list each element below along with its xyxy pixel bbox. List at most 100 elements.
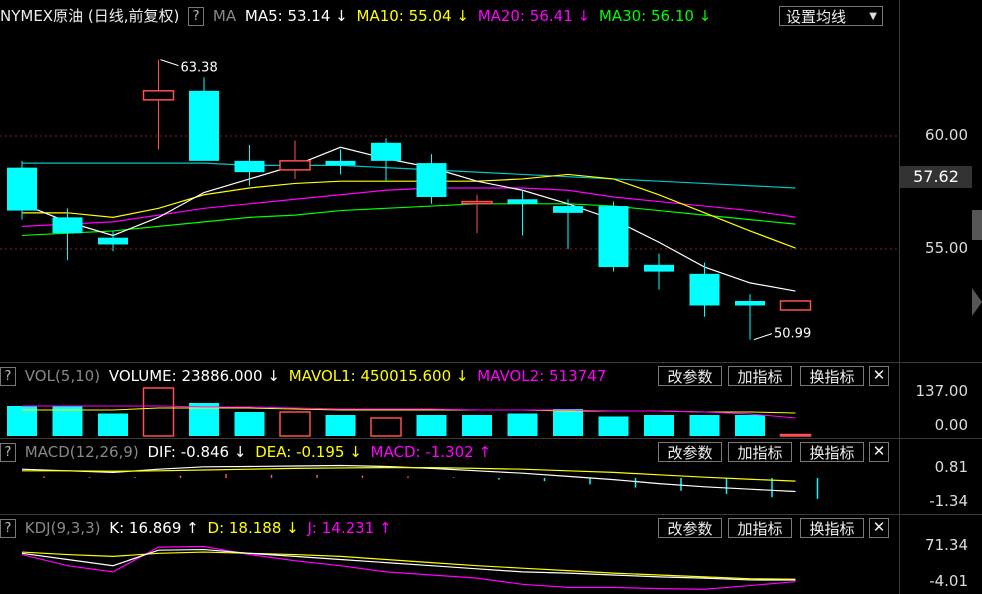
candle-body — [325, 160, 356, 166]
volume-bar — [553, 409, 583, 436]
candle-body — [234, 160, 265, 173]
volume-bar — [644, 415, 674, 436]
candle-body — [461, 200, 493, 205]
candle-body — [598, 206, 629, 268]
candle-body — [279, 160, 311, 171]
close-icon[interactable]: ✕ — [869, 518, 889, 538]
change-params-button[interactable]: 改参数 — [658, 366, 722, 386]
volume-value: VOLUME: 23886.000 ↓ — [108, 367, 280, 385]
swap-indicator-button[interactable]: 换指标 — [800, 366, 864, 386]
instrument-title: NYMEX原油 (日线,前复权) — [0, 7, 180, 25]
set-ma-label: 设置均线 — [786, 8, 847, 26]
ma30-value: MA30: 56.10 ↓ — [598, 7, 712, 25]
high-pointer-icon — [160, 59, 179, 67]
set-ma-dropdown[interactable]: 设置均线 ▼ — [779, 6, 883, 26]
volume-bar — [234, 412, 265, 436]
swap-indicator-button[interactable]: 换指标 — [800, 518, 864, 538]
volume-bar — [279, 411, 311, 437]
candle-body — [553, 206, 583, 213]
volume-bar — [416, 415, 447, 436]
j-line — [21, 545, 796, 590]
volume-bar — [98, 413, 128, 436]
candle-body — [644, 264, 674, 272]
candle-body — [7, 167, 37, 211]
pane-separator — [0, 438, 982, 439]
volume-bar — [370, 417, 402, 437]
swap-indicator-button[interactable]: 换指标 — [800, 442, 864, 462]
close-icon[interactable]: ✕ — [869, 366, 889, 386]
kdj-name: KDJ(9,3,3) — [24, 519, 101, 537]
candle-body — [416, 163, 447, 198]
volume-bar — [462, 415, 492, 436]
kdj-chart[interactable] — [0, 538, 900, 594]
add-indicator-button[interactable]: 加指标 — [728, 366, 792, 386]
volume-bar — [507, 413, 538, 436]
kdj-axis-label: -4.01 — [929, 572, 968, 590]
ma-extra-line — [22, 162, 796, 189]
macd-name: MACD(12,26,9) — [24, 443, 139, 461]
scroll-handle[interactable] — [972, 210, 982, 240]
add-indicator-button[interactable]: 加指标 — [728, 518, 792, 538]
indicator-name: MA — [212, 7, 237, 25]
d-value: D: 18.188 ↓ — [207, 519, 299, 537]
vol-axis-label: 0.00 — [934, 416, 968, 434]
volume-bar — [689, 415, 720, 436]
dea-value: DEA: -0.195 ↓ — [255, 443, 362, 461]
mavol2-line — [22, 405, 796, 419]
volume-chart[interactable] — [0, 386, 900, 438]
candle-body — [735, 300, 765, 306]
collapse-arrow-icon[interactable] — [972, 288, 982, 316]
ma5-value: MA5: 53.14 ↓ — [244, 7, 348, 25]
candle-body — [189, 90, 219, 161]
low-price-label: 50.99 — [774, 327, 811, 342]
mavol2-value: MAVOL2: 513747 — [477, 367, 607, 385]
candle-body — [142, 90, 175, 101]
volume-bar — [325, 415, 356, 436]
current-price-tag: 57.62 — [900, 166, 972, 188]
help-button[interactable]: ? — [0, 443, 16, 462]
ma10-line — [22, 173, 796, 249]
macd-chart[interactable] — [0, 462, 900, 514]
close-icon[interactable]: ✕ — [869, 442, 889, 462]
macd-axis-label: 0.81 — [934, 458, 968, 476]
price-chart[interactable]: 63.38 50.99 — [0, 28, 900, 362]
k-value: K: 16.869 ↑ — [109, 519, 199, 537]
add-indicator-button[interactable]: 加指标 — [728, 442, 792, 462]
change-params-button[interactable]: 改参数 — [658, 442, 722, 462]
j-value: J: 14.231 ↑ — [307, 519, 392, 537]
vol-name: VOL(5,10) — [24, 367, 101, 385]
ma20-value: MA20: 56.41 ↓ — [477, 7, 591, 25]
high-price-label: 63.38 — [181, 61, 218, 76]
macd-axis-label: -1.34 — [929, 492, 968, 510]
price-axis-label: 55.00 — [925, 239, 968, 257]
dea-line — [22, 466, 796, 482]
help-button[interactable]: ? — [0, 367, 16, 386]
candle-body — [689, 273, 720, 306]
pane-separator — [0, 514, 982, 515]
vol-header: ? VOL(5,10) VOLUME: 23886.000 ↓ MAVOL1: … — [0, 366, 610, 386]
ma10-value: MA10: 55.04 ↓ — [356, 7, 469, 25]
help-button[interactable]: ? — [188, 7, 205, 26]
volume-bar — [142, 387, 175, 437]
macd-header: ? MACD(12,26,9) DIF: -0.846 ↓ DEA: -0.19… — [0, 442, 495, 462]
candle-body — [507, 199, 538, 204]
help-button[interactable]: ? — [0, 519, 16, 538]
price-axis-label: 60.00 — [925, 126, 968, 144]
dif-value: DIF: -0.846 ↓ — [147, 443, 247, 461]
kdj-axis-label: 71.34 — [925, 536, 968, 554]
d-line — [21, 551, 796, 580]
main-header: NYMEX原油 (日线,前复权) ? MA MA5: 53.14 ↓ MA10:… — [0, 6, 715, 26]
ma30-line — [21, 203, 796, 237]
volume-bar — [735, 415, 765, 436]
change-params-button[interactable]: 改参数 — [658, 518, 722, 538]
candle-body — [371, 142, 401, 161]
macd-value: MACD: -1.302 ↑ — [370, 443, 492, 461]
mavol1-value: MAVOL1: 450015.600 ↓ — [288, 367, 469, 385]
pane-separator — [0, 362, 982, 363]
candle-body — [98, 237, 128, 245]
dif-line — [21, 464, 796, 493]
kdj-header: ? KDJ(9,3,3) K: 16.869 ↑ D: 18.188 ↓ J: … — [0, 518, 396, 538]
candle-body — [52, 217, 83, 234]
volume-bar — [779, 433, 812, 437]
low-pointer-icon — [753, 333, 773, 341]
